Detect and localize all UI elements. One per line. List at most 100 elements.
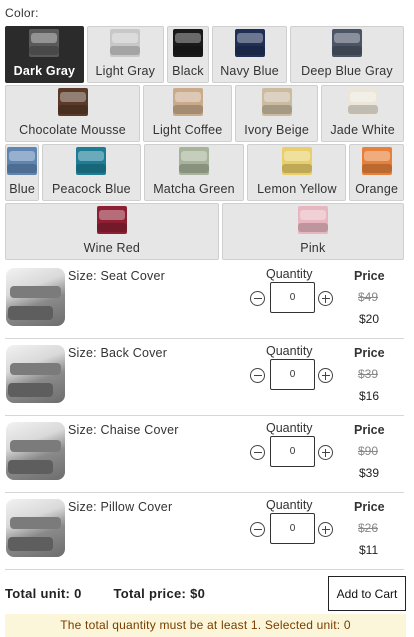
decrease-quantity-icon[interactable] — [250, 522, 265, 537]
light-gray-swatch-image — [110, 29, 141, 57]
color-option-label: Blue — [9, 182, 36, 196]
color-row-4: Wine Red Pink — [5, 203, 405, 260]
color-option-label: Jade White — [330, 123, 395, 137]
color-option-navy-blue[interactable]: Navy Blue — [212, 26, 287, 83]
color-option-jade-white[interactable]: Jade White — [321, 85, 404, 142]
quantity-input[interactable] — [270, 436, 315, 467]
total-unit-label: Total unit: — [5, 586, 71, 601]
color-option-label: Matcha Green — [153, 182, 235, 196]
black-swatch-image — [172, 29, 203, 57]
navy-blue-swatch-image — [234, 29, 265, 57]
color-option-wine-red[interactable]: Wine Red — [5, 203, 219, 260]
color-option-pink[interactable]: Pink — [221, 203, 405, 260]
product-row-chaise-cover: Size: Chaise Cover Quantity Price $90 $3… — [5, 416, 404, 493]
price-label: Price — [354, 346, 385, 360]
seat-cover-image — [6, 268, 65, 326]
chaise-cover-image — [6, 422, 65, 480]
quantity-label: Quantity — [266, 421, 313, 435]
color-option-label: Lemon Yellow — [257, 182, 337, 196]
product-size: Size: Chaise Cover — [68, 423, 179, 437]
decrease-quantity-icon[interactable] — [250, 445, 265, 460]
quantity-label: Quantity — [266, 267, 313, 281]
color-option-lemon-yellow[interactable]: Lemon Yellow — [247, 144, 347, 201]
color-option-label: Orange — [355, 182, 399, 196]
wine-red-swatch-image — [96, 206, 127, 234]
color-row-2: Chocolate Mousse Light Coffee Ivory Beig… — [5, 85, 404, 142]
lemon-yellow-swatch-image — [281, 147, 312, 175]
total-price-value: $0 — [190, 586, 206, 601]
product-row-seat-cover: Size: Seat Cover Quantity Price $49 $20 — [5, 262, 404, 339]
back-cover-image — [6, 345, 65, 403]
color-row-1: Dark Gray Light Gray Black Navy Blue Dee… — [5, 26, 405, 83]
increase-quantity-icon[interactable] — [318, 368, 333, 383]
color-option-label: Black — [172, 64, 204, 78]
color-option-light-gray[interactable]: Light Gray — [86, 26, 164, 83]
color-option-deep-blue-gray[interactable]: Deep Blue Gray — [289, 26, 405, 83]
quantity-input[interactable] — [270, 513, 315, 544]
original-price: $26 — [358, 521, 379, 535]
total-price-label: Total price: — [113, 586, 187, 601]
price-label: Price — [354, 500, 385, 514]
color-option-matcha-green[interactable]: Matcha Green — [143, 144, 245, 201]
increase-quantity-icon[interactable] — [318, 291, 333, 306]
increase-quantity-icon[interactable] — [318, 522, 333, 537]
color-option-label: Wine Red — [83, 241, 141, 255]
decrease-quantity-icon[interactable] — [250, 368, 265, 383]
color-option-label: Pink — [300, 241, 326, 255]
quantity-label: Quantity — [266, 498, 313, 512]
color-option-black[interactable]: Black — [166, 26, 210, 83]
quantity-input[interactable] — [270, 359, 315, 390]
price-label: Price — [354, 423, 385, 437]
price-label: Price — [354, 269, 385, 283]
product-size: Size: Pillow Cover — [68, 500, 173, 514]
original-price: $39 — [358, 367, 379, 381]
light-coffee-swatch-image — [172, 88, 203, 116]
color-option-peacock-blue[interactable]: Peacock Blue — [42, 144, 141, 201]
product-row-back-cover: Size: Back Cover Quantity Price $39 $16 — [5, 339, 404, 416]
color-option-label: Chocolate Mousse — [19, 123, 126, 137]
order-totals: Total unit: 0 Total price: $0 — [5, 586, 205, 601]
color-option-blue[interactable]: Blue — [5, 144, 40, 201]
color-row-3: Blue Peacock Blue Matcha Green Lemon Yel… — [5, 144, 405, 201]
quantity-label: Quantity — [266, 344, 313, 358]
peacock-blue-swatch-image — [76, 147, 107, 175]
sale-price: $39 — [359, 466, 380, 480]
chocolate-mousse-swatch-image — [57, 88, 88, 116]
minimum-quantity-warning: The total quantity must be at least 1. S… — [5, 614, 406, 637]
color-option-label: Dark Gray — [13, 64, 76, 78]
color-option-orange[interactable]: Orange — [349, 144, 405, 201]
blue-swatch-image — [7, 147, 38, 175]
decrease-quantity-icon[interactable] — [250, 291, 265, 306]
product-size: Size: Seat Cover — [68, 269, 165, 283]
color-option-ivory-beige[interactable]: Ivory Beige — [235, 85, 319, 142]
pillow-cover-image — [6, 499, 65, 557]
sale-price: $20 — [359, 312, 380, 326]
color-option-light-coffee[interactable]: Light Coffee — [143, 85, 233, 142]
color-option-label: Light Gray — [95, 64, 156, 78]
color-option-label: Navy Blue — [220, 64, 279, 78]
color-option-label: Light Coffee — [152, 123, 223, 137]
original-price: $90 — [358, 444, 379, 458]
increase-quantity-icon[interactable] — [318, 445, 333, 460]
matcha-green-swatch-image — [178, 147, 209, 175]
total-unit-value: 0 — [74, 586, 82, 601]
pink-swatch-image — [297, 206, 328, 234]
add-to-cart-button[interactable]: Add to Cart — [328, 576, 406, 611]
orange-swatch-image — [361, 147, 392, 175]
color-option-label: Ivory Beige — [244, 123, 310, 137]
sale-price: $11 — [359, 543, 379, 557]
color-option-dark-gray[interactable]: Dark Gray — [5, 26, 84, 83]
sale-price: $16 — [359, 389, 380, 403]
product-size: Size: Back Cover — [68, 346, 168, 360]
original-price: $49 — [358, 290, 379, 304]
deep-blue-gray-swatch-image — [331, 29, 362, 57]
jade-white-swatch-image — [347, 88, 378, 116]
quantity-input[interactable] — [270, 282, 315, 313]
product-row-pillow-cover: Size: Pillow Cover Quantity Price $26 $1… — [5, 493, 404, 570]
color-label: Color: — [5, 6, 39, 20]
color-option-label: Deep Blue Gray — [301, 64, 393, 78]
color-option-label: Peacock Blue — [52, 182, 131, 196]
color-option-chocolate-mousse[interactable]: Chocolate Mousse — [5, 85, 141, 142]
ivory-beige-swatch-image — [261, 88, 292, 116]
dark-gray-swatch-image — [29, 29, 60, 57]
